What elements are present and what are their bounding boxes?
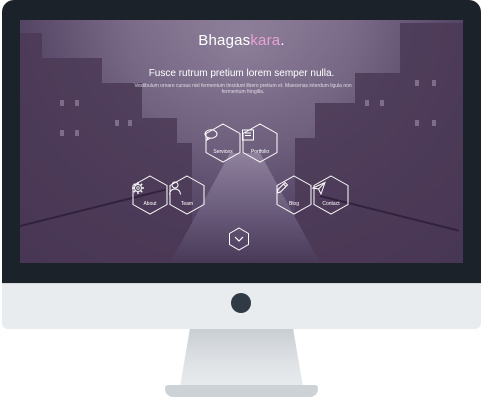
monitor-logo-dot — [231, 293, 251, 313]
person-icon — [168, 181, 206, 201]
nav-contact-button[interactable]: Contact — [312, 175, 350, 215]
nav-services-label: Services — [213, 149, 233, 155]
logo-text-dot: . — [280, 32, 285, 49]
speech-bubble-icon — [204, 129, 242, 149]
logo-text-main: Bhagas — [198, 32, 251, 49]
nav-team-label: Team — [180, 201, 194, 207]
nav-blog-label: Blog — [288, 201, 299, 207]
site-logo[interactable]: Bhagaskara. — [20, 32, 463, 49]
chevron-down-icon — [234, 236, 244, 242]
nav-contact-label: Contact — [322, 201, 340, 207]
logo-text-accent: kara — [250, 32, 281, 49]
hero-tagline: Fusce rutrum pretium lorem semper nulla. — [148, 68, 335, 79]
nav-blog-button[interactable]: Blog — [275, 175, 313, 215]
paper-plane-icon — [312, 181, 350, 201]
scroll-down-button[interactable] — [228, 227, 250, 251]
nav-about-button[interactable]: About — [131, 175, 169, 215]
website-screen: Bhagaskara. Fusce rutrum pretium lorem s… — [20, 20, 463, 263]
nav-team-button[interactable]: Team — [168, 175, 206, 215]
briefcase-icon — [241, 129, 279, 149]
nav-portfolio-label: Portfolio — [250, 149, 270, 155]
gear-icon — [131, 181, 169, 201]
nav-portfolio-button[interactable]: Portfolio — [241, 123, 279, 163]
hero-description: Vestibulum ornare cursus nisl fermentum … — [134, 83, 352, 95]
nav-services-button[interactable]: Services — [204, 123, 242, 163]
nav-about-label: About — [143, 201, 157, 207]
monitor-base — [165, 385, 318, 397]
pencil-icon — [275, 181, 313, 201]
monitor-stand — [180, 329, 303, 387]
